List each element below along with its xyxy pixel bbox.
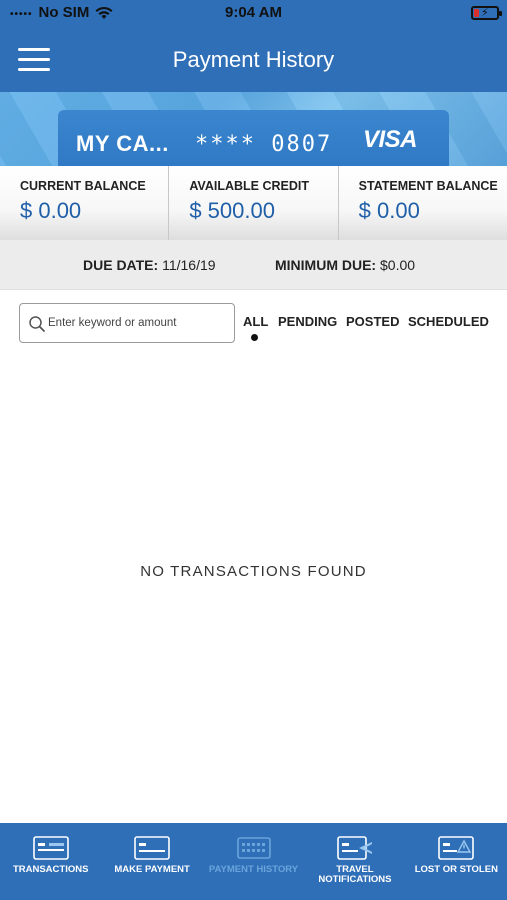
due-date: DUE DATE: 11/16/19 xyxy=(83,257,216,273)
nav-payment-history[interactable]: PAYMENT HISTORY xyxy=(203,823,304,900)
search-input[interactable] xyxy=(48,305,230,341)
credit-card[interactable]: MY CA... **** 0807 VISA xyxy=(58,110,449,166)
nav-transactions[interactable]: TRANSACTIONS xyxy=(0,823,101,900)
card-name: MY CA... xyxy=(76,131,169,156)
minimum-due: MINIMUM DUE: $0.00 xyxy=(275,257,415,273)
nav-label: LOST OR STOLEN xyxy=(414,864,498,875)
available-credit: AVAILABLE CREDIT $ 500.00 xyxy=(168,166,337,240)
calendar-icon xyxy=(236,837,271,859)
nav-make-payment[interactable]: MAKE PAYMENT xyxy=(101,823,202,900)
nav-label: TRANSACTIONS xyxy=(12,864,89,875)
balance-label: CURRENT BALANCE xyxy=(20,179,146,193)
current-balance: CURRENT BALANCE $ 0.00 xyxy=(0,166,168,240)
nav-lost-or-stolen[interactable]: LOST OR STOLEN xyxy=(406,823,507,900)
search-icon xyxy=(29,316,45,332)
card-banner: MY CA... **** 0807 VISA xyxy=(0,92,507,166)
card-icon xyxy=(134,836,170,860)
nav-label: TRAVEL NOTIFICATIONS xyxy=(318,864,392,885)
status-bar: ••••• No SIM 9:04 AM ⚡ xyxy=(0,0,507,28)
empty-state-message: NO TRANSACTIONS FOUND xyxy=(140,563,367,580)
card-airplane-icon xyxy=(337,836,372,860)
minimum-due-label: MINIMUM DUE: xyxy=(275,257,377,273)
minimum-due-value: $0.00 xyxy=(380,257,416,273)
card-list-icon xyxy=(32,836,69,860)
balance-value: $ 0.00 xyxy=(358,198,420,223)
tab-scheduled[interactable]: SCHEDULED xyxy=(408,314,489,329)
battery-icon: ⚡ xyxy=(471,6,502,20)
nav-label: MAKE PAYMENT xyxy=(114,864,190,875)
tab-pending[interactable]: PENDING xyxy=(278,314,337,329)
page-title: Payment History xyxy=(172,47,335,72)
due-date-label: DUE DATE: xyxy=(83,257,159,273)
balance-value: $ 0.00 xyxy=(20,198,82,223)
statement-balance: STATEMENT BALANCE $ 0.00 xyxy=(337,166,507,240)
balances-panel: CURRENT BALANCE $ 0.00 AVAILABLE CREDIT … xyxy=(0,166,507,240)
balance-label: AVAILABLE CREDIT xyxy=(189,179,309,193)
due-date-value: 11/16/19 xyxy=(162,257,216,273)
nav-bar: Payment History xyxy=(0,28,507,92)
balance-label: STATEMENT BALANCE xyxy=(358,179,498,193)
status-time: 9:04 AM xyxy=(225,4,282,21)
card-brand-logo: VISA xyxy=(362,126,418,153)
tab-posted[interactable]: POSTED xyxy=(346,314,399,329)
card-number: **** 0807 xyxy=(195,132,333,157)
search-box[interactable] xyxy=(19,303,235,343)
card-alert-icon xyxy=(438,836,475,860)
nav-label: PAYMENT HISTORY xyxy=(208,864,299,875)
balance-value: $ 500.00 xyxy=(189,198,275,223)
tab-all[interactable]: ALL xyxy=(243,314,268,329)
active-tab-indicator xyxy=(251,334,258,341)
nav-travel-notifications[interactable]: TRAVEL NOTIFICATIONS xyxy=(304,823,405,900)
bottom-nav: TRANSACTIONS MAKE PAYMENT PAYMENT HISTOR… xyxy=(0,823,507,900)
due-info: DUE DATE: 11/16/19 MINIMUM DUE: $0.00 xyxy=(0,240,507,290)
